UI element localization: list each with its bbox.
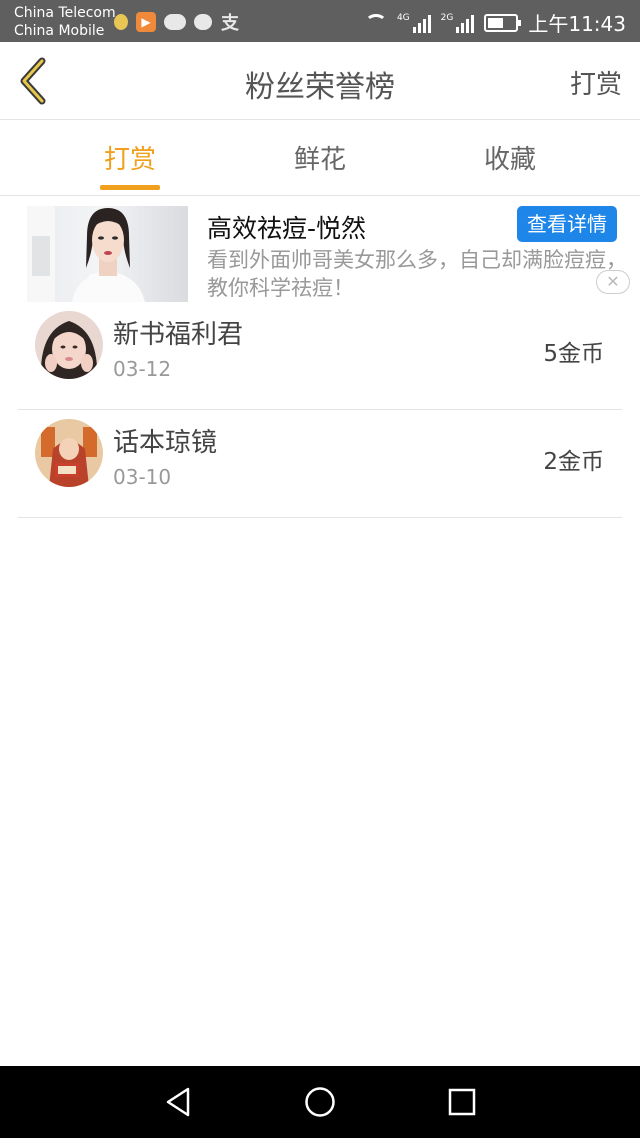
ad-image[interactable] (27, 206, 188, 302)
tab-reward[interactable]: 打赏 (70, 139, 190, 176)
video-app-icon: ▶ (136, 12, 156, 32)
network-type-2: 2G (440, 12, 454, 23)
app-header: 粉丝荣誉榜 打赏 (0, 42, 640, 120)
lightbulb-icon (114, 14, 128, 30)
nav-back-button[interactable] (160, 1084, 196, 1120)
recents-square-icon (448, 1088, 476, 1116)
carrier-2: China Mobile (14, 23, 105, 39)
ad-description: 看到外面帅哥美女那么多，自己却满脸痘痘，教你科学祛痘！ (207, 248, 627, 300)
message-icon (194, 14, 212, 30)
reward-amount: 5金币 (543, 341, 604, 367)
list-item[interactable]: 话本琼镜 03-10 2金币 (18, 410, 622, 518)
list-item[interactable]: 新书福利君 03-12 5金币 (18, 302, 622, 410)
tab-favorites[interactable]: 收藏 (450, 139, 570, 176)
back-triangle-icon (166, 1087, 190, 1117)
user-name: 话本琼镜 (113, 428, 218, 458)
page-title: 粉丝荣誉榜 (245, 70, 395, 105)
status-right: 4G 2G 上午11:43 (364, 8, 626, 37)
system-nav-bar (0, 1066, 640, 1138)
carrier-info: China Telecom China Mobile (14, 4, 116, 40)
reward-button[interactable]: 打赏 (570, 64, 622, 101)
reward-date: 03-10 (113, 465, 172, 489)
signal-icon-2: 2G (441, 13, 475, 33)
clock: 上午11:43 (528, 12, 626, 36)
user-name: 新书福利君 (113, 320, 244, 350)
wechat-icon (164, 14, 186, 30)
reward-amount: 2金币 (543, 449, 604, 475)
reward-date: 03-12 (113, 357, 172, 381)
ad-banner[interactable]: 高效祛痘-悦然 查看详情 看到外面帅哥美女那么多，自己却满脸痘痘，教你科学祛痘！… (0, 196, 640, 302)
home-circle-icon (305, 1087, 335, 1117)
notification-icons: ▶ 支 (114, 11, 240, 34)
battery-icon (484, 13, 522, 32)
nav-recents-button[interactable] (444, 1084, 480, 1120)
ad-close-button[interactable]: ✕ (596, 270, 630, 294)
signal-icon-1: 4G (397, 13, 431, 33)
network-type-1: 4G (396, 12, 410, 23)
tab-bar: 打赏 鲜花 收藏 (0, 121, 640, 196)
reward-list: 新书福利君 03-12 5金币 话本琼镜 03-10 2金币 (0, 302, 640, 518)
illustrated-avatar-image (35, 419, 103, 487)
carrier-1: China Telecom (14, 5, 116, 21)
view-details-button[interactable]: 查看详情 (517, 206, 617, 242)
girl-avatar-image (35, 311, 103, 379)
tab-flowers[interactable]: 鲜花 (260, 139, 380, 176)
ad-title[interactable]: 高效祛痘-悦然 (207, 209, 366, 245)
avatar[interactable] (35, 419, 103, 487)
close-icon: ✕ (606, 272, 620, 291)
woman-portrait-image (27, 206, 145, 302)
wifi-icon (364, 13, 387, 32)
active-tab-indicator (100, 185, 160, 190)
nav-home-button[interactable] (302, 1084, 338, 1120)
alipay-icon: 支 (221, 13, 239, 34)
avatar[interactable] (35, 311, 103, 379)
status-bar: China Telecom China Mobile ▶ 支 4G 2G 上午1… (0, 0, 640, 42)
